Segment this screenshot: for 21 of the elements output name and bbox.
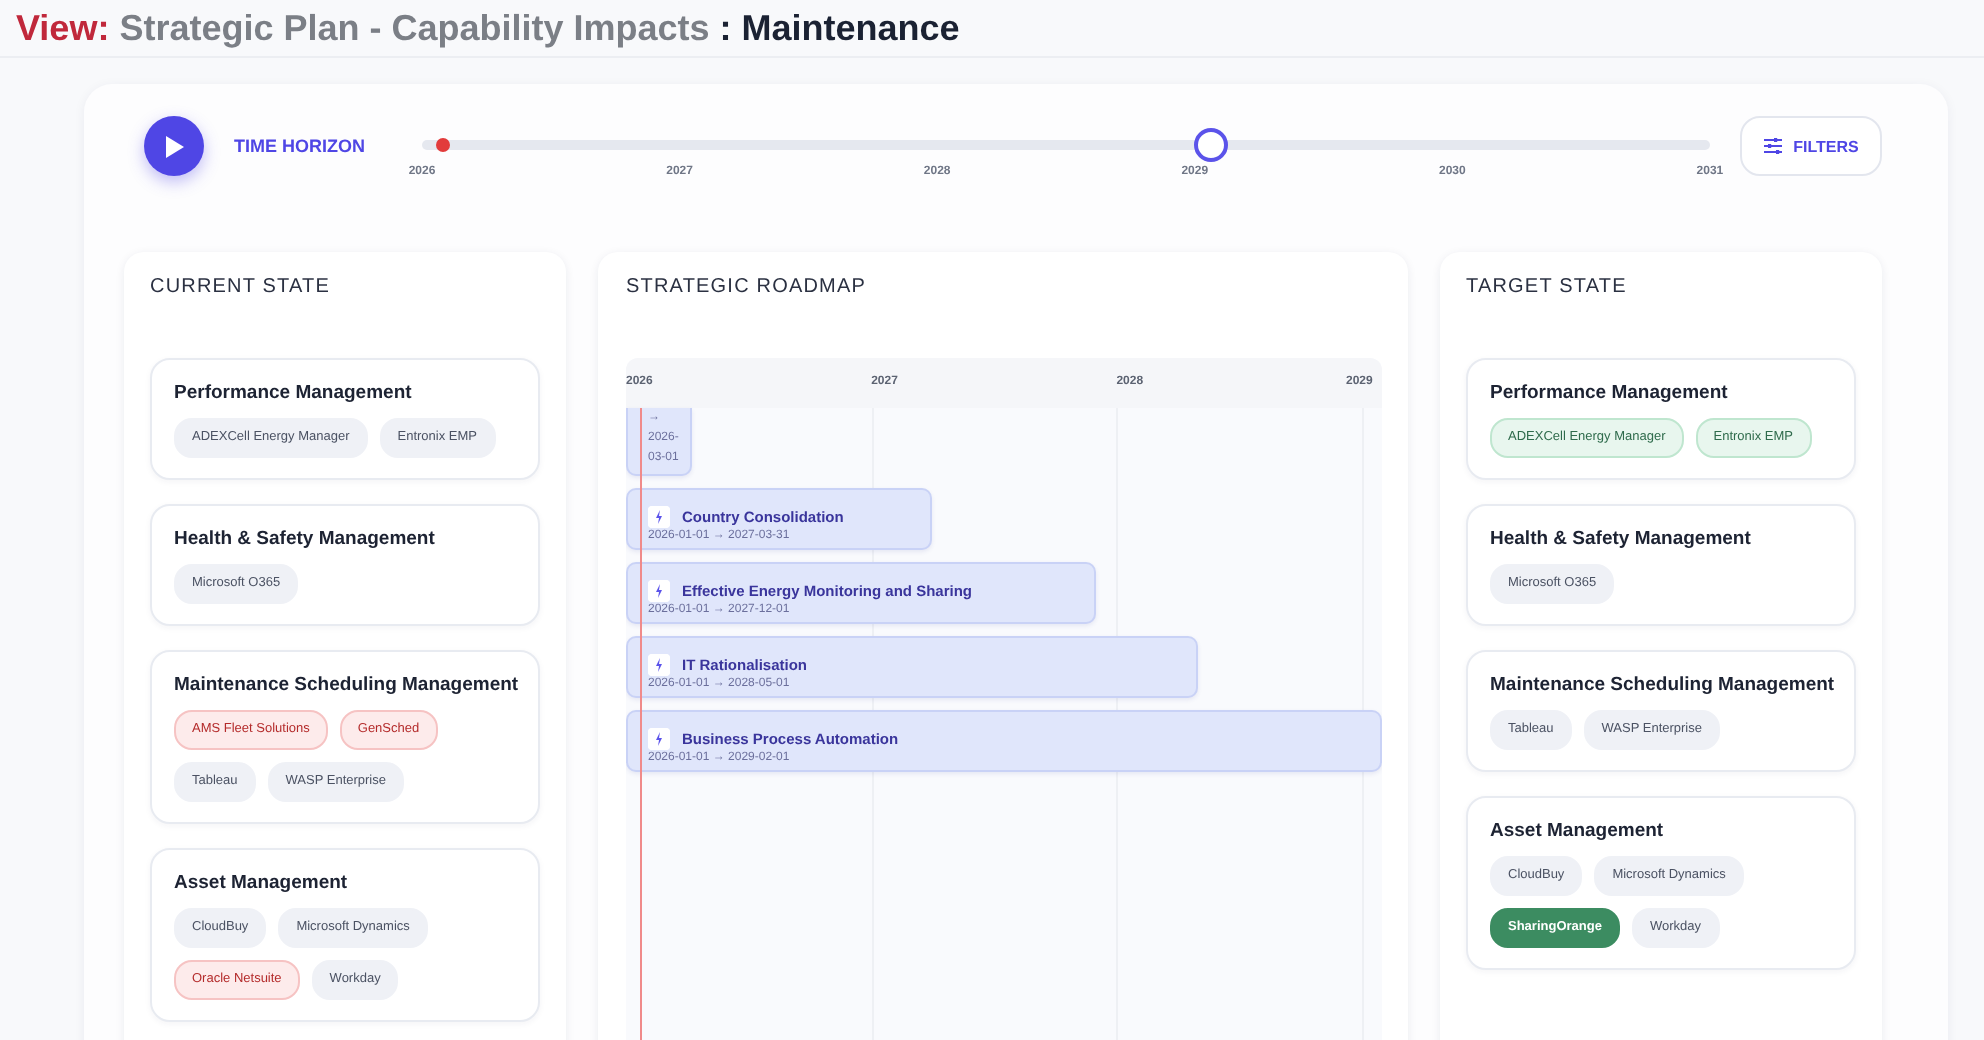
sliders-icon bbox=[1763, 138, 1782, 154]
capability-name: Health & Safety Management bbox=[174, 528, 437, 550]
capability-name: Asset Management bbox=[174, 872, 350, 894]
slider-thumb[interactable] bbox=[1194, 128, 1229, 162]
capability-name: Performance Management bbox=[174, 382, 414, 404]
play-button[interactable] bbox=[144, 116, 204, 176]
panel-heading: TARGET STATE bbox=[1466, 276, 1629, 298]
capability-name: Health & Safety Management bbox=[1490, 528, 1753, 550]
time-horizon-label: TIME HORIZON bbox=[234, 136, 367, 156]
time-slider[interactable] bbox=[422, 128, 1710, 162]
capability-name: Asset Management bbox=[1490, 820, 1666, 842]
play-icon bbox=[162, 133, 186, 159]
capability-name: Maintenance Scheduling Management bbox=[174, 674, 518, 696]
capability-name: Maintenance Scheduling Management bbox=[1490, 674, 1834, 696]
panel-heading: CURRENT STATE bbox=[150, 276, 333, 298]
view-name: : Maintenance bbox=[719, 7, 960, 49]
view-label: View: bbox=[16, 7, 110, 49]
plan-name: Strategic Plan - Capability Impacts bbox=[119, 7, 710, 49]
filters-button[interactable]: FILTERS bbox=[1740, 116, 1882, 176]
panel-heading: STRATEGIC ROADMAP bbox=[626, 276, 869, 298]
capability-name: Performance Management bbox=[1490, 382, 1730, 404]
